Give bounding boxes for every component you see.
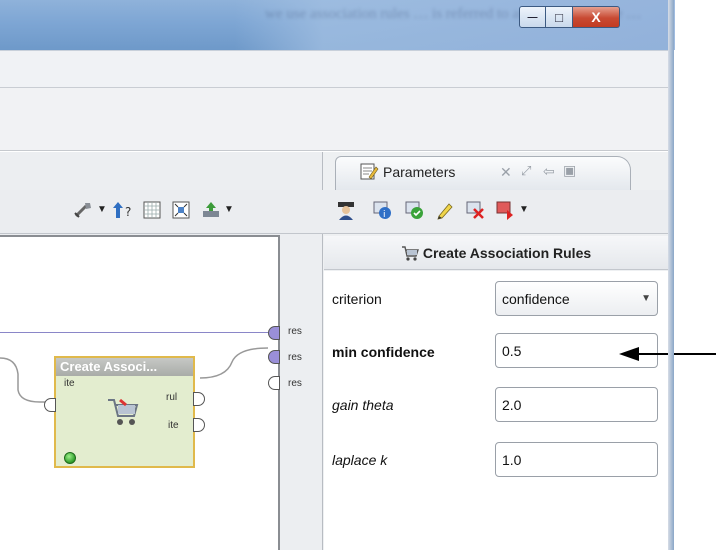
parameters-toolbar: i ▼ — [322, 190, 668, 234]
operator-input-port[interactable] — [44, 398, 56, 412]
result-port-label: res — [288, 378, 302, 389]
parameters-tab-icon — [359, 161, 379, 184]
criterion-select[interactable]: confidence ▼ — [495, 281, 658, 316]
annotation-arrow-line — [637, 353, 716, 355]
operator-input-port-label: ite — [64, 378, 75, 389]
connection-line — [0, 332, 270, 333]
criterion-value: confidence — [502, 290, 570, 307]
shopping-cart-icon — [401, 245, 419, 261]
chevron-down-icon[interactable]: ▼ — [224, 204, 234, 215]
fit-to-view-icon[interactable] — [171, 199, 191, 221]
main-toolbar-area — [0, 88, 672, 151]
minimize-button[interactable]: — — [519, 6, 546, 28]
chevron-down-icon: ▼ — [641, 293, 651, 304]
laplace-k-label: laplace k — [332, 452, 388, 468]
operator-status-indicator — [64, 452, 76, 464]
result-port-1[interactable] — [268, 326, 280, 340]
minimize-icon: — — [527, 11, 538, 23]
operator-title: Create Associ... — [56, 358, 193, 376]
result-port-2[interactable] — [268, 350, 280, 364]
operator-output-port-label: rul — [166, 392, 178, 403]
shopping-cart-icon — [106, 396, 140, 431]
close-icon: X — [591, 9, 601, 25]
gain-theta-label: gain theta — [332, 397, 394, 413]
parameters-tab[interactable] — [335, 156, 631, 190]
gain-theta-input[interactable] — [495, 387, 658, 422]
create-association-rules-operator[interactable]: Create Associ... ite rul ite — [54, 356, 195, 468]
laplace-k-input[interactable] — [495, 442, 658, 477]
close-button[interactable]: X — [573, 6, 620, 28]
svg-text:i: i — [383, 210, 386, 220]
auto-wire-icon[interactable]: ? — [112, 199, 136, 221]
wand-icon[interactable] — [72, 199, 94, 221]
expert-mode-icon[interactable] — [335, 199, 357, 221]
remove-operator-icon[interactable] — [465, 199, 485, 221]
close-view-icon[interactable]: ✕ — [500, 164, 512, 181]
min-confidence-label: min confidence — [332, 344, 435, 360]
result-port-label: res — [288, 326, 302, 337]
operator-output-port-label: ite — [168, 420, 179, 431]
maximize-view-icon[interactable]: ⤢ — [521, 163, 531, 179]
chevron-down-icon[interactable]: ▼ — [519, 204, 529, 215]
svg-text:?: ? — [125, 205, 131, 219]
window-right-border — [668, 0, 674, 550]
parameters-operator-name: Create Association Rules — [422, 244, 592, 261]
operator-info-icon[interactable]: i — [372, 199, 392, 221]
rename-operator-icon[interactable] — [435, 199, 455, 221]
undock-view-icon[interactable]: ⇦ — [543, 163, 555, 180]
maximize-button[interactable]: □ — [546, 6, 573, 28]
export-icon[interactable] — [200, 199, 222, 221]
breakpoint-icon[interactable] — [495, 199, 515, 221]
criterion-label: criterion — [332, 291, 382, 307]
parameters-operator-header: Create Association Rules — [324, 236, 668, 270]
result-port-3[interactable] — [268, 376, 280, 390]
chevron-down-icon[interactable]: ▼ — [97, 204, 107, 215]
menu-bar — [0, 50, 672, 88]
arrow-left-icon — [619, 347, 639, 361]
result-port-label: res — [288, 352, 302, 363]
maximize-icon: □ — [555, 9, 563, 25]
grid-icon[interactable] — [142, 199, 162, 221]
enable-operator-icon[interactable] — [404, 199, 424, 221]
process-toolbar: ▼ ? ▼ — [0, 190, 322, 234]
parameters-tab-label: Parameters — [383, 164, 456, 180]
restore-view-icon[interactable]: ▣ — [563, 162, 576, 179]
